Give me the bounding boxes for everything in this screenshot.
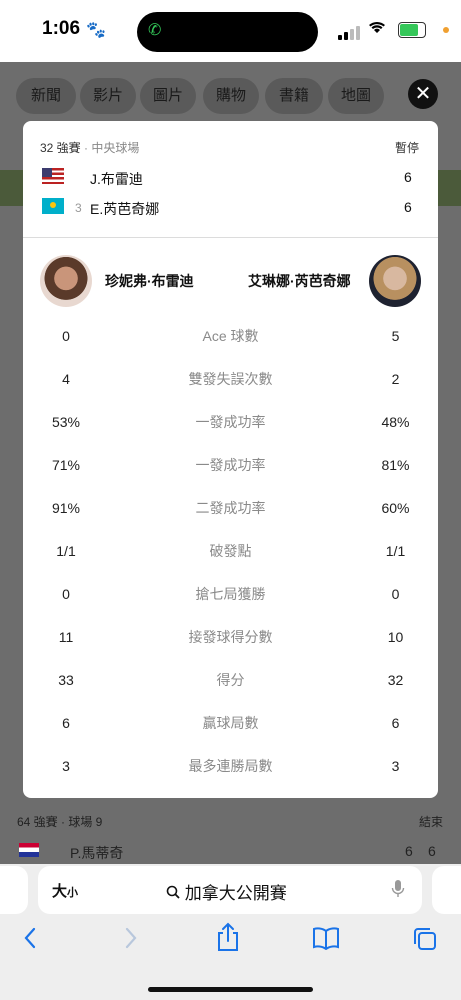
share-icon[interactable] [216, 922, 240, 959]
player2-seed: 3 [75, 201, 82, 215]
match-round: 32 強賽 · 中央球場 [40, 139, 139, 156]
stat-left-value: 0 [62, 328, 70, 344]
stat-row: 53% 一發成功率 48% [23, 401, 438, 444]
stat-row: 6 贏球局數 6 [23, 702, 438, 745]
stat-row: 0 Ace 球數 5 [23, 315, 438, 358]
paw-icon: 🐾 [86, 22, 106, 39]
stat-right-value: 10 [387, 629, 404, 645]
stat-right-value: 0 [391, 586, 400, 602]
stat-row: 1/1 破發點 1/1 [23, 530, 438, 573]
stat-left-value: 91% [51, 500, 81, 516]
text-size-button[interactable]: 大小 [52, 880, 78, 901]
stat-right-value: 48% [381, 414, 410, 430]
divider [23, 237, 438, 238]
stat-right-value: 5 [391, 328, 400, 344]
bg-row-player: P.馬蒂奇 [70, 845, 124, 861]
dynamic-island[interactable] [137, 12, 318, 52]
stat-label: 一發成功率 [195, 457, 266, 473]
bg-row-round: 64 強賽 · 球場 9 [17, 815, 103, 829]
court-label: · 中央球場 [84, 141, 140, 155]
stat-right-value: 60% [381, 500, 410, 516]
chip-books[interactable]: 書籍 [265, 78, 323, 114]
close-icon[interactable]: ✕ [408, 79, 438, 109]
stat-label: 二發成功率 [195, 500, 266, 516]
player2-fullname: 艾琳娜·芮芭奇娜 [248, 273, 351, 289]
player1-name: J.布雷迪 [90, 171, 143, 187]
url-text: 加拿大公開賽 [184, 884, 287, 903]
stat-right-value: 2 [391, 371, 400, 387]
wifi-icon [368, 18, 386, 39]
stat-label: 接發球得分數 [188, 629, 273, 645]
microphone-icon[interactable] [391, 879, 405, 904]
stat-row: 11 接發球得分數 10 [23, 616, 438, 659]
text-size-small: 小 [67, 887, 79, 899]
text-size-large: 大 [52, 883, 68, 900]
stat-right-value: 3 [391, 758, 400, 774]
stat-left-value: 71% [51, 457, 81, 473]
stat-left-value: 53% [51, 414, 81, 430]
home-indicator[interactable] [148, 987, 313, 992]
signal-icon [338, 22, 362, 40]
chip-news[interactable]: 新聞 [16, 78, 76, 114]
stat-label: 搶七局獲勝 [195, 586, 266, 602]
stat-left-value: 6 [62, 715, 70, 731]
stat-label: 雙發失誤次數 [188, 371, 273, 387]
chip-maps[interactable]: 地圖 [328, 78, 384, 114]
stat-left-value: 33 [58, 672, 74, 688]
bg-row-status: 結束 [419, 815, 444, 829]
round-label: 32 強賽 [40, 141, 81, 155]
bg-row-score-2: 6 [428, 843, 436, 859]
stat-left-value: 1/1 [56, 543, 76, 559]
chevron-left-icon[interactable] [22, 926, 38, 957]
stat-label: 最多連勝局數 [188, 758, 273, 774]
stat-left-value: 4 [62, 371, 70, 387]
kazakhstan-flag-icon [42, 198, 64, 214]
croatia-flag-icon [19, 843, 39, 857]
next-tab-preview[interactable] [432, 866, 461, 914]
chip-images[interactable]: 圖片 [140, 78, 196, 114]
match-status: 暫停 [395, 141, 420, 155]
player1-score: 6 [404, 169, 412, 185]
player1-fullname: 珍妮弗·布雷迪 [105, 273, 194, 289]
stat-left-value: 11 [58, 629, 74, 645]
stat-label: Ace 球數 [202, 328, 259, 344]
usa-flag-icon [42, 168, 64, 184]
privacy-dot [443, 27, 449, 33]
tabs-icon[interactable] [412, 926, 438, 959]
address-text[interactable]: 加拿大公開賽 [166, 879, 287, 904]
stat-row: 4 雙發失誤次數 2 [23, 358, 438, 401]
stat-right-value: 81% [381, 457, 410, 473]
phone-icon: ✆ [148, 22, 162, 39]
player2-score: 6 [404, 199, 412, 215]
player2-name: E.芮芭奇娜 [90, 201, 160, 217]
chip-shopping[interactable]: 購物 [203, 78, 259, 114]
match-stats-card: 32 強賽 · 中央球場 暫停 J.布雷迪 6 3 E.芮芭奇娜 6 珍妮弗·布… [23, 121, 438, 798]
stat-label: 得分 [216, 672, 245, 688]
previous-tab-preview[interactable] [0, 866, 28, 914]
stat-row: 33 得分 32 [23, 659, 438, 702]
stat-left-value: 0 [62, 586, 70, 602]
battery-icon [398, 22, 426, 38]
stat-label: 破發點 [209, 543, 252, 559]
stat-right-value: 32 [387, 672, 404, 688]
player1-avatar [40, 255, 92, 307]
stat-row: 0 搶七局獲勝 0 [23, 573, 438, 616]
chip-videos[interactable]: 影片 [80, 78, 136, 114]
stat-label: 贏球局數 [202, 715, 259, 731]
stat-row: 3 最多連勝局數 3 [23, 745, 438, 788]
search-icon [166, 884, 185, 903]
player2-avatar [369, 255, 421, 307]
stat-right-value: 6 [391, 715, 400, 731]
stat-left-value: 3 [62, 758, 70, 774]
stat-row: 91% 二發成功率 60% [23, 487, 438, 530]
chevron-right-icon[interactable] [123, 926, 139, 957]
stat-row: 71% 一發成功率 81% [23, 444, 438, 487]
stat-label: 一發成功率 [195, 414, 266, 430]
book-icon[interactable] [312, 926, 340, 957]
bg-row-score-1: 6 [405, 843, 413, 859]
status-time: 1:06 [42, 18, 81, 39]
stat-right-value: 1/1 [385, 543, 406, 559]
